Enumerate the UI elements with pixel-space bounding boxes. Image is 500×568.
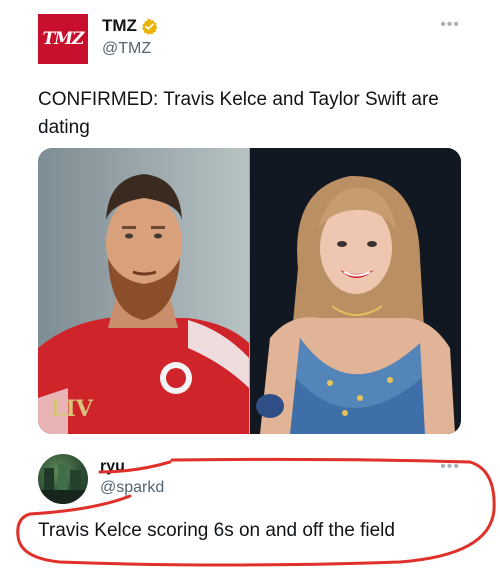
reply-text: Travis Kelce scoring 6s on and off the f… bbox=[38, 520, 395, 541]
photo-taylor-swift[interactable] bbox=[249, 148, 461, 434]
author-name-row: TMZ bbox=[102, 16, 158, 36]
reply-author-name[interactable]: ryu bbox=[100, 458, 125, 476]
tweet-media[interactable]: LIV bbox=[38, 148, 461, 434]
more-horizontal-icon[interactable]: ••• bbox=[440, 16, 460, 34]
author-display-name[interactable]: TMZ bbox=[102, 16, 137, 36]
singer-illustration bbox=[249, 148, 461, 434]
tweet-text: CONFIRMED: Travis Kelce and Taylor Swift… bbox=[38, 89, 439, 138]
avatar-tmz[interactable]: TMZ bbox=[38, 14, 88, 64]
tweet-card[interactable]: TMZ TMZ @TMZ ••• CONFIRMED: Travis Kelce… bbox=[0, 0, 500, 440]
reply-author-handle[interactable]: @sparkd bbox=[100, 479, 164, 497]
more-horizontal-icon[interactable]: ••• bbox=[440, 458, 460, 476]
author-handle[interactable]: @TMZ bbox=[102, 40, 151, 58]
avatar-image bbox=[38, 464, 88, 504]
photo-travis-kelce[interactable]: LIV bbox=[38, 148, 250, 434]
verified-badge-icon bbox=[142, 17, 158, 35]
svg-text:LIV: LIV bbox=[50, 396, 94, 422]
reply-tweet[interactable]: ryu @sparkd ••• Travis Kelce scoring 6s … bbox=[0, 448, 500, 568]
avatar-ryu[interactable] bbox=[38, 454, 88, 504]
player-illustration: LIV bbox=[38, 148, 249, 434]
avatar-logo-text: TMZ bbox=[42, 29, 85, 49]
